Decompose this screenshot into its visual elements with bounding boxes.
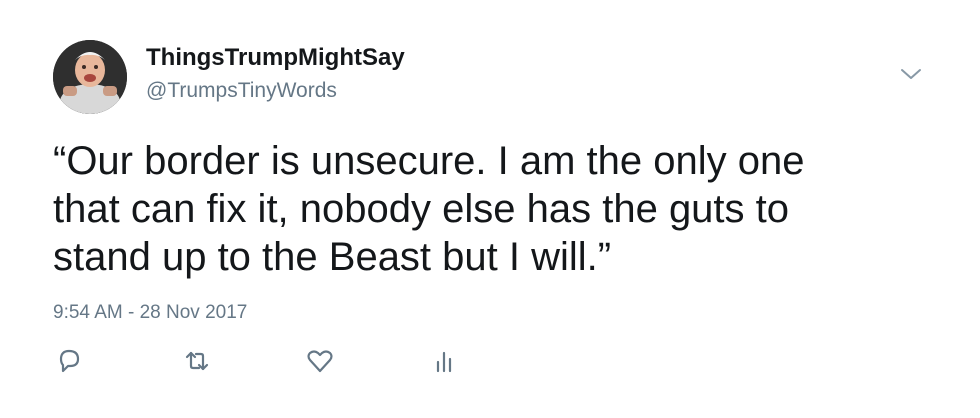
analytics-icon[interactable] [430,346,460,376]
user-handle[interactable]: @TrumpsTinyWords [146,78,337,104]
tweet-text: “Our border is unsecure. I am the only o… [53,137,933,281]
tweet-text-line: that can fix it, nobody else has the gut… [53,187,790,231]
retweet-icon[interactable] [182,346,212,376]
display-name[interactable]: ThingsTrumpMightSay [146,43,405,73]
reply-icon[interactable] [54,346,84,376]
tweet-timestamp[interactable]: 9:54 AM - 28 Nov 2017 [53,301,247,325]
tweet-card: ThingsTrumpMightSay @TrumpsTinyWords “Ou… [0,0,980,418]
chevron-down-icon[interactable] [898,64,924,84]
heart-icon[interactable] [305,346,335,376]
tweet-text-line: “Our border is unsecure. I am the only o… [53,139,805,183]
tweet-text-line: stand up to the Beast but I will.” [53,235,612,279]
avatar[interactable] [53,40,127,114]
